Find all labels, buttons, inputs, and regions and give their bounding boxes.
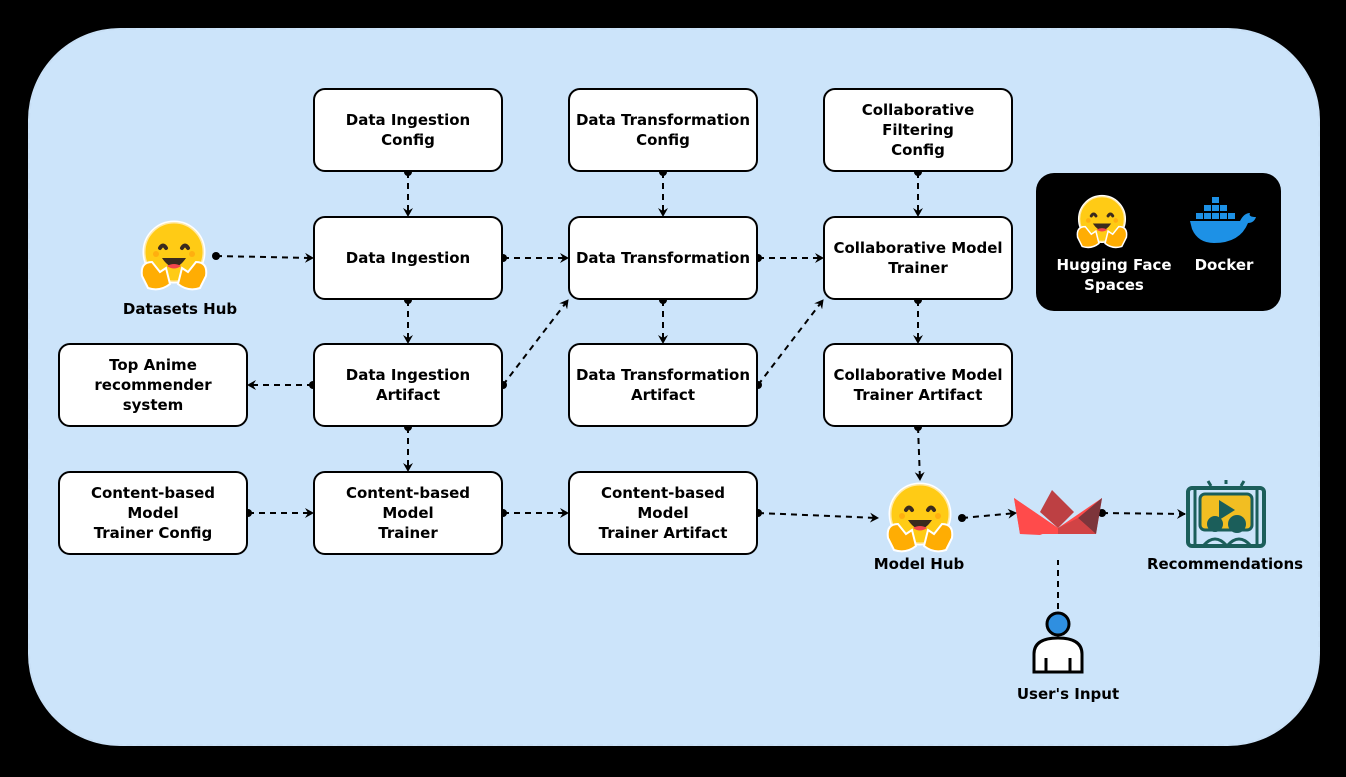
node-label: Data Transformation Artifact — [575, 366, 751, 404]
node-content-based-trainer-artifact[interactable]: Content-based Model Trainer Artifact — [568, 471, 758, 555]
node-data-transformation-config[interactable]: Data Transformation Config — [568, 88, 758, 172]
node-collaborative-filtering-config[interactable]: Collaborative Filtering Config — [823, 88, 1013, 172]
user-input-label: User's Input — [1016, 685, 1120, 703]
node-data-ingestion-artifact[interactable]: Data Ingestion Artifact — [313, 343, 503, 427]
streamlit-icon[interactable] — [1012, 490, 1104, 540]
node-label: Collaborative Filtering Config — [861, 101, 975, 159]
legend-docker-label: Docker — [1194, 256, 1254, 274]
edge-cb_artifact-to-model_hub — [757, 512, 879, 523]
edge-datasets_hub-to-di — [215, 252, 314, 263]
recommendations-label: Recommendations — [1146, 555, 1304, 573]
node-data-transformation[interactable]: Data Transformation — [568, 216, 758, 300]
node-label: Data Transformation Config — [575, 111, 751, 149]
node-top-anime-recommender[interactable]: Top Anime recommender system — [58, 343, 248, 427]
node-label: Top Anime recommender system — [94, 356, 212, 414]
node-data-transformation-artifact[interactable]: Data Transformation Artifact — [568, 343, 758, 427]
edge-cmt_artifact-to-model_hub — [914, 426, 925, 481]
huggingface-datasets-hub-icon[interactable] — [132, 218, 216, 294]
huggingface-spaces-icon — [1075, 194, 1129, 249]
datasets-hub-label: Datasets Hub — [122, 300, 238, 318]
node-data-ingestion-config[interactable]: Data Ingestion Config — [313, 88, 503, 172]
edge-dt_artifact-to-cmt — [757, 299, 824, 386]
node-label: Content-based Model Trainer — [345, 484, 471, 542]
node-data-ingestion[interactable]: Data Ingestion — [313, 216, 503, 300]
legend-hf-spaces-label: Hugging Face Spaces — [1056, 256, 1172, 294]
user-icon[interactable] — [1030, 610, 1086, 676]
docker-icon — [1190, 197, 1256, 243]
node-label: Data Transformation — [575, 249, 751, 267]
node-collaborative-model-trainer[interactable]: Collaborative Model Trainer — [823, 216, 1013, 300]
node-content-based-trainer[interactable]: Content-based Model Trainer — [313, 471, 503, 555]
node-content-based-trainer-config[interactable]: Content-based Model Trainer Config — [58, 471, 248, 555]
node-label: Data Ingestion — [345, 249, 471, 267]
legend-panel: Hugging Face Spaces Docker — [1036, 173, 1281, 311]
recommendations-icon[interactable] — [1185, 480, 1267, 548]
edge-streamlit-to-recommendations — [1101, 508, 1186, 519]
model-hub-label: Model Hub — [873, 555, 965, 573]
node-label: Content-based Model Trainer Artifact — [598, 484, 728, 542]
edge-di_artifact-to-dt — [502, 299, 569, 386]
node-label: Data Ingestion Artifact — [345, 366, 471, 404]
huggingface-model-hub-icon[interactable] — [878, 480, 962, 556]
node-collaborative-model-trainer-artifact[interactable]: Collaborative Model Trainer Artifact — [823, 343, 1013, 427]
node-label: Collaborative Model Trainer — [833, 239, 1003, 277]
edge-model_hub-to-streamlit — [961, 508, 1017, 519]
node-label: Data Ingestion Config — [345, 111, 471, 149]
node-label: Content-based Model Trainer Config — [90, 484, 216, 542]
node-label: Collaborative Model Trainer Artifact — [833, 366, 1003, 404]
